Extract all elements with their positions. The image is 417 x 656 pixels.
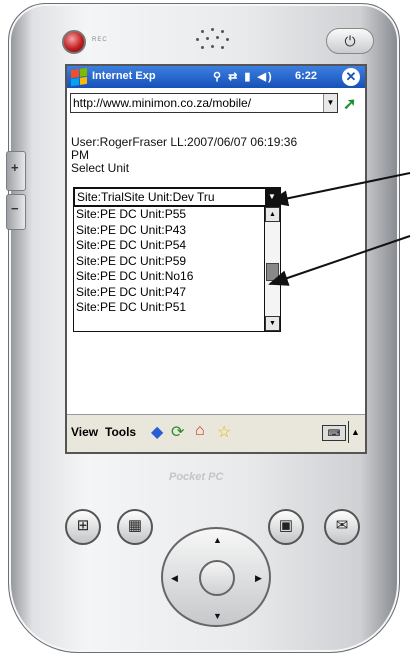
envelope-icon: ✉ bbox=[335, 517, 349, 534]
pocket-pc-device: + − REC ⏻ Internet Exp ⚲ ⇄ ▮ ◀) 6:22 ✕ h… bbox=[6, 3, 400, 653]
select-unit-label: Select Unit bbox=[71, 161, 130, 175]
go-arrow-icon: ➚ bbox=[343, 96, 357, 113]
menu-view[interactable]: View bbox=[71, 425, 98, 439]
volume-down-button[interactable]: − bbox=[6, 194, 26, 230]
windows-start-icon[interactable] bbox=[71, 67, 87, 87]
unit-select[interactable]: Site:TrialSite Unit:Dev Tru ▼ bbox=[73, 187, 281, 207]
dpad-action-button[interactable] bbox=[199, 560, 235, 596]
list-item[interactable]: Site:PE DC Unit:P51 bbox=[74, 300, 262, 316]
signal-icon: ▮ bbox=[244, 71, 253, 83]
list-item[interactable]: Site:PE DC Unit:P59 bbox=[74, 254, 262, 270]
app-title: Internet Exp bbox=[92, 70, 156, 82]
contacts-icon: ▣ bbox=[278, 517, 294, 534]
title-bar: Internet Exp ⚲ ⇄ ▮ ◀) 6:22 ✕ bbox=[67, 66, 365, 88]
device-screen: Internet Exp ⚲ ⇄ ▮ ◀) 6:22 ✕ http://www.… bbox=[65, 64, 367, 454]
unit-select-value: Site:TrialSite Unit:Dev Tru bbox=[77, 190, 215, 204]
connectivity-icon: ⚲ bbox=[213, 71, 224, 83]
unit-dropdown-list[interactable]: Site:PE DC Unit:P55 Site:PE DC Unit:P43 … bbox=[73, 206, 281, 332]
windows-icon: ⊞ bbox=[76, 517, 90, 534]
back-icon[interactable]: ◆ bbox=[151, 422, 163, 442]
home-icon[interactable]: ⌂ bbox=[195, 422, 205, 440]
clock[interactable]: 6:22 bbox=[295, 70, 317, 82]
sync-icon: ⇄ bbox=[228, 71, 240, 83]
address-bar[interactable]: http://www.minimon.co.za/mobile/ ▼ bbox=[70, 93, 338, 113]
chevron-up-icon: ▲ bbox=[269, 211, 276, 218]
power-icon: ⏻ bbox=[344, 33, 356, 49]
speaker-grille bbox=[191, 26, 241, 54]
list-item[interactable]: Site:PE DC Unit:P43 bbox=[74, 223, 262, 239]
keyboard-icon[interactable]: ⌨ bbox=[322, 425, 346, 441]
favorites-icon[interactable]: ☆ bbox=[217, 422, 231, 442]
refresh-icon[interactable]: ⟳ bbox=[171, 422, 184, 442]
start-hardware-button[interactable]: ⊞ bbox=[65, 509, 101, 545]
dpad-left-arrow[interactable]: ◀ bbox=[171, 573, 178, 584]
dpad-right-arrow[interactable]: ▶ bbox=[255, 573, 262, 584]
pocket-pc-screenshot: + − REC ⏻ Internet Exp ⚲ ⇄ ▮ ◀) 6:22 ✕ h… bbox=[0, 0, 417, 656]
list-item[interactable]: Site:PE DC Unit:P47 bbox=[74, 285, 262, 301]
chevron-down-icon: ▼ bbox=[269, 320, 276, 327]
record-label: REC bbox=[92, 37, 108, 43]
chevron-up-icon: ▲ bbox=[351, 427, 360, 437]
dpad-up-arrow[interactable]: ▲ bbox=[213, 535, 222, 545]
messaging-hardware-button[interactable]: ✉ bbox=[324, 509, 360, 545]
volume-icon: ◀) bbox=[257, 71, 274, 83]
address-url: http://www.minimon.co.za/mobile/ bbox=[73, 96, 252, 110]
record-button[interactable] bbox=[62, 30, 86, 54]
address-dropdown-button[interactable]: ▼ bbox=[323, 94, 337, 112]
user-info-line: User:RogerFraser LL:2007/06/07 06:19:36 bbox=[71, 135, 298, 149]
chevron-down-icon: ▼ bbox=[326, 98, 335, 107]
vertical-scrollbar[interactable]: ▲ ▼ bbox=[264, 207, 280, 331]
unit-list-items: Site:PE DC Unit:P55 Site:PE DC Unit:P43 … bbox=[74, 207, 262, 316]
go-button[interactable]: ➚ bbox=[343, 94, 356, 114]
input-panel-arrow[interactable]: ▲ bbox=[348, 421, 362, 443]
status-icons[interactable]: ⚲ ⇄ ▮ ◀) bbox=[213, 70, 274, 83]
page-content: User:RogerFraser LL:2007/06/07 06:19:36 … bbox=[71, 136, 363, 175]
scroll-up-button[interactable]: ▲ bbox=[265, 207, 280, 222]
list-item[interactable]: Site:PE DC Unit:P55 bbox=[74, 207, 262, 223]
navigation-pad[interactable]: ▲ ▼ ◀ ▶ bbox=[161, 527, 271, 627]
contacts-hardware-button[interactable]: ▣ bbox=[268, 509, 304, 545]
dpad-down-arrow[interactable]: ▼ bbox=[213, 611, 222, 621]
volume-up-button[interactable]: + bbox=[6, 151, 26, 191]
pocket-pc-brand: Pocket PC bbox=[169, 471, 224, 483]
power-button[interactable]: ⏻ bbox=[326, 28, 374, 54]
close-icon: ✕ bbox=[345, 69, 357, 84]
menu-bar: View Tools ◆ ⟳ ⌂ ☆ ⌨ ▲ bbox=[67, 414, 365, 452]
chevron-down-icon: ▼ bbox=[268, 192, 276, 201]
scroll-down-button[interactable]: ▼ bbox=[265, 316, 280, 331]
calendar-hardware-button[interactable]: ▦ bbox=[117, 509, 153, 545]
select-dropdown-arrow[interactable]: ▼ bbox=[265, 189, 279, 205]
list-item[interactable]: Site:PE DC Unit:P54 bbox=[74, 238, 262, 254]
list-item[interactable]: Site:PE DC Unit:No16 bbox=[74, 269, 262, 285]
close-button[interactable]: ✕ bbox=[342, 68, 360, 86]
calendar-icon: ▦ bbox=[127, 517, 143, 534]
menu-tools[interactable]: Tools bbox=[105, 425, 136, 439]
scroll-thumb[interactable] bbox=[266, 263, 279, 281]
